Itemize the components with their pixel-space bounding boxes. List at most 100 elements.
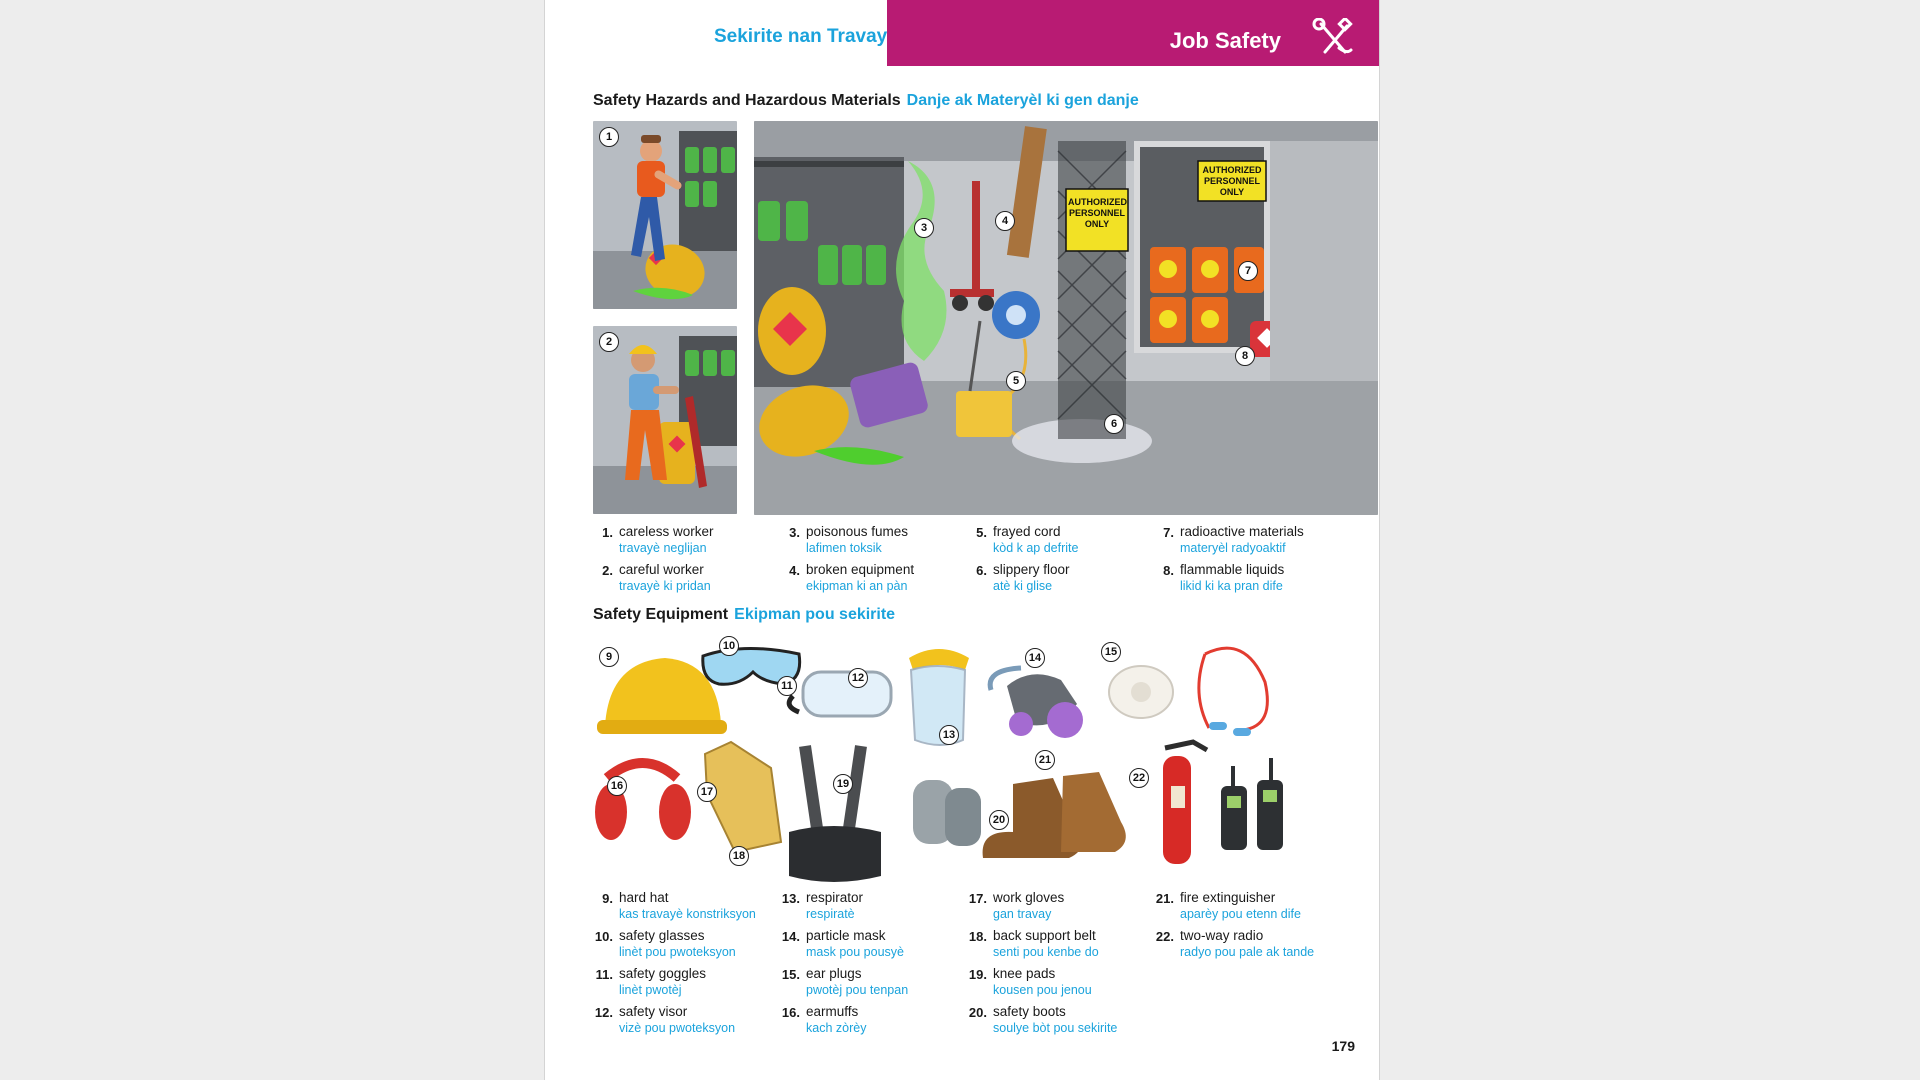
sign-authorized-1: AUTHORIZED PERSONNEL ONLY [1068, 197, 1127, 229]
vocab-item: 5. frayed cord kòd k ap defrite [967, 524, 1147, 557]
vocab-ht: pwotèj pou tenpan [806, 983, 909, 997]
vocab-ht: kach zòrèy [806, 1021, 867, 1035]
vocab-num: 17. [968, 891, 987, 906]
vocab-ht: respiratè [806, 907, 855, 921]
callout-7: 7 [1238, 261, 1258, 281]
callout-12: 12 [848, 668, 868, 688]
vocab-ht: lafimen toksik [806, 541, 882, 555]
vocab-ht: linèt pwotèj [619, 983, 682, 997]
vocab-item: 17. work gloves gan travay [967, 890, 1147, 923]
vocab-item: 10. safety glasses linèt pou pwoteksyon [593, 928, 773, 961]
vocab-item: 4. broken equipment ekipman ki an pàn [780, 562, 960, 595]
fire-extinguisher-illustration [1163, 739, 1209, 864]
vocab-en: safety goggles [619, 966, 707, 981]
vocab-num: 7. [1163, 525, 1174, 540]
vocab-num: 8. [1163, 563, 1174, 578]
header-band: Job Safety [887, 0, 1379, 66]
callout-9: 9 [599, 647, 619, 667]
vocab-num: 11. [595, 967, 613, 982]
callout-15: 15 [1101, 642, 1121, 662]
vocab-column-8: 21. fire extinguisher aparèy pou etenn dif… [1154, 890, 1354, 966]
vocab-num: 13. [781, 891, 800, 906]
illustration-careful-worker: 2 [593, 326, 737, 514]
vocab-num: 22. [1155, 929, 1174, 944]
vocab-en: work gloves [993, 890, 1065, 905]
vocab-en: hard hat [619, 890, 669, 905]
callout-11: 11 [777, 676, 797, 696]
vocab-en: poisonous fumes [806, 524, 909, 539]
callout-8: 8 [1235, 346, 1255, 366]
vocab-ht: travayè ki pridan [619, 579, 711, 593]
vocab-item: 16. earmuffs kach zòrèy [780, 1004, 960, 1037]
vocab-item: 13. respirator respiratè [780, 890, 960, 923]
section-hazards-title-ht: Danje ak Materyèl ki gen danje [906, 92, 1139, 109]
respirator-illustration [987, 665, 1083, 738]
section-hazards-title-en: Safety Hazards and Hazardous Materials [593, 92, 901, 109]
work-gloves-illustration [703, 740, 783, 854]
vocab-ht: aparèy pou etenn dife [1180, 907, 1301, 921]
vocab-num: 5. [976, 525, 987, 540]
vocab-num: 15. [781, 967, 800, 982]
vocab-en: safety glasses [619, 928, 705, 943]
vocab-en: frayed cord [993, 524, 1061, 539]
vocab-en: two-way radio [1180, 928, 1264, 943]
vocab-en: careless worker [619, 524, 714, 539]
section-equipment-title-ht: Ekipman pou sekirite [734, 606, 896, 623]
ear-plugs-illustration [1197, 646, 1269, 736]
textbook-page: Sekirite nan Travay Job Safety Safety Ha… [544, 0, 1380, 1080]
header-kreyol-title: Sekirite nan Travay [714, 26, 888, 47]
vocab-item: 14. particle mask mask pou pousyè [780, 928, 960, 961]
callout-4: 4 [995, 211, 1015, 231]
vocab-item: 3. poisonous fumes lafimen toksik [780, 524, 960, 557]
vocab-en: earmuffs [806, 1004, 859, 1019]
callout-22: 22 [1129, 768, 1149, 788]
vocab-num: 12. [594, 1005, 613, 1020]
callout-14: 14 [1025, 648, 1045, 668]
vocab-num: 21. [1155, 891, 1174, 906]
vocab-column-3: 5. frayed cord kòd k ap defrite 6. slippery… [967, 524, 1147, 600]
vocab-ht: atè ki glise [993, 579, 1053, 593]
vocab-en: safety visor [619, 1004, 688, 1019]
vocab-en: respirator [806, 890, 864, 905]
vocab-item: 15. ear plugs pwotèj pou tenpan [780, 966, 960, 999]
vocab-ht: radyo pou pale ak tande [1180, 945, 1315, 959]
vocab-en: broken equipment [806, 562, 915, 577]
equipment-illustrations: 9 10 11 12 13 14 15 16 17 18 19 20 21 22 [593, 636, 1377, 884]
two-way-radio-illustration [1221, 758, 1283, 850]
vocab-en: slippery floor [993, 562, 1070, 577]
vocab-ht: kòd k ap defrite [993, 541, 1079, 555]
illustration-careless-worker: 1 [593, 121, 737, 309]
knee-pads-illustration [913, 780, 981, 846]
sign-authorized-2: AUTHORIZED PERSONNEL ONLY [1202, 165, 1262, 197]
earmuffs-illustration [595, 758, 691, 840]
vocab-num: 18. [968, 929, 987, 944]
page-number: 179 [1331, 1038, 1355, 1054]
vocab-en: ear plugs [806, 966, 862, 981]
vocab-ht: mask pou pousyè [806, 945, 904, 959]
vocab-ht: linèt pou pwoteksyon [619, 945, 736, 959]
vocab-ht: soulye bòt pou sekirite [993, 1021, 1118, 1035]
vocab-item: 2. careful worker travayè ki pridan [593, 562, 773, 595]
callout-18: 18 [729, 846, 749, 866]
header-english-title: Job Safety [1169, 28, 1281, 53]
callout-3: 3 [914, 218, 934, 238]
callout-2: 2 [599, 332, 619, 352]
vocab-column-1: 1. careless worker travayè neglijan 2. care… [593, 524, 773, 600]
vocab-num: 9. [602, 891, 613, 906]
callout-21: 21 [1035, 750, 1055, 770]
vocab-item: 8. flammable liquids likid ki ka pran dife [1154, 562, 1354, 595]
vocab-ht: senti pou kenbe do [993, 945, 1099, 959]
vocab-column-6: 13. respirator respiratè 14. particle mask m… [780, 890, 960, 1042]
vocab-ht: kas travayè konstriksyon [619, 907, 756, 921]
back-support-belt-illustration [789, 745, 881, 882]
callout-16: 16 [607, 776, 627, 796]
callout-10: 10 [719, 636, 739, 656]
vocab-num: 19. [968, 967, 987, 982]
vocab-num: 14. [781, 929, 800, 944]
vocab-ht: gan travay [993, 907, 1052, 921]
callout-19: 19 [833, 774, 853, 794]
vocab-en: flammable liquids [1180, 562, 1285, 577]
vocab-item: 19. knee pads kousen pou jenou [967, 966, 1147, 999]
callout-6: 6 [1104, 414, 1124, 434]
vocab-column-5: 9. hard hat kas travayè konstriksyon 10. sa… [593, 890, 773, 1042]
